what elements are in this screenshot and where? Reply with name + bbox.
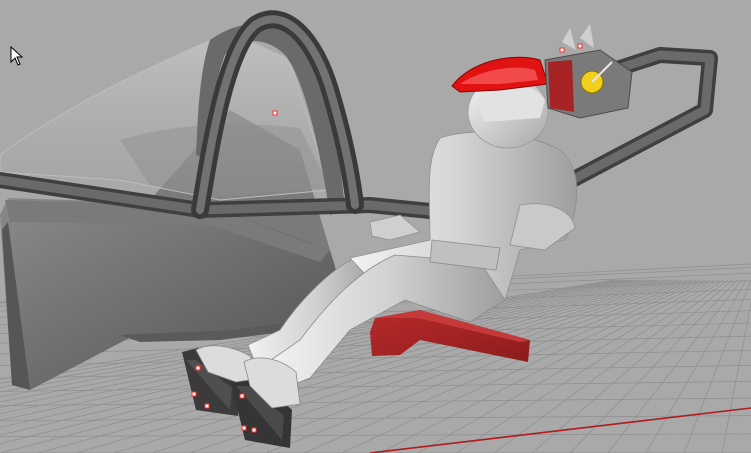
control-point[interactable] — [239, 393, 245, 399]
mouse-pointer-icon — [10, 46, 24, 66]
perspective-scene[interactable] — [0, 0, 751, 453]
control-point[interactable] — [559, 47, 565, 53]
grid-line — [721, 301, 751, 453]
x-axis-line — [369, 407, 751, 453]
control-point[interactable] — [191, 391, 197, 397]
control-point[interactable] — [195, 365, 201, 371]
control-point[interactable] — [272, 110, 278, 116]
grid-line — [0, 380, 751, 392]
headrest-mechanism — [544, 24, 633, 119]
control-point[interactable] — [251, 427, 257, 433]
grid-line — [0, 433, 751, 437]
control-point[interactable] — [204, 403, 210, 409]
control-point[interactable] — [577, 43, 583, 49]
3d-viewport[interactable] — [0, 0, 751, 453]
canopy-glass — [0, 31, 331, 201]
control-point[interactable] — [241, 425, 247, 431]
grid-line — [0, 415, 751, 422]
